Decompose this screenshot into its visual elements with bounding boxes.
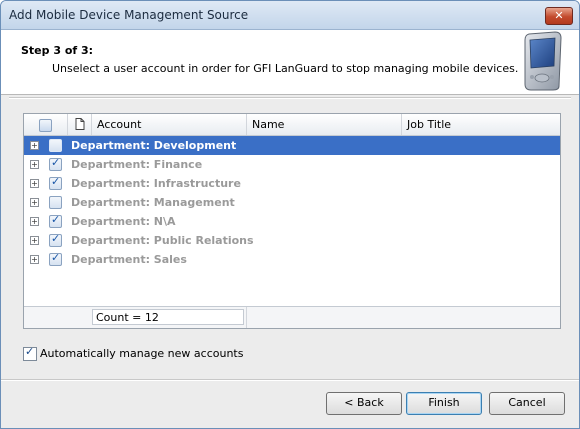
step-label: Step 3 of 3: — [21, 44, 94, 57]
group-row-infrastructure[interactable]: + Department: Infrastructure — [24, 174, 560, 193]
column-header-account[interactable]: Account — [92, 114, 247, 135]
footer-separator — [1, 379, 579, 381]
back-button[interactable]: < Back — [326, 392, 402, 415]
expand-icon[interactable]: + — [30, 236, 39, 245]
expand-icon[interactable]: + — [30, 255, 39, 264]
group-label: Department: Public Relations — [71, 234, 254, 247]
row-checkbox[interactable] — [49, 156, 62, 171]
header-document-cell[interactable] — [68, 114, 92, 135]
group-label: Department: Sales — [71, 253, 187, 266]
document-icon — [75, 118, 85, 130]
header-checkbox-cell[interactable] — [24, 114, 68, 135]
group-label: Department: Finance — [71, 158, 203, 171]
accounts-grid: Account Name Job Title + Department: Dev… — [23, 113, 561, 329]
expand-icon[interactable]: + — [30, 198, 39, 207]
wizard-header: Step 3 of 3: Unselect a user account in … — [1, 30, 579, 95]
header-check-icon[interactable] — [39, 119, 52, 132]
expand-icon[interactable]: + — [30, 179, 39, 188]
row-checkbox[interactable] — [49, 232, 62, 247]
group-row-sales[interactable]: + Department: Sales — [24, 250, 560, 269]
dialog-window: Add Mobile Device Management Source ✕ St… — [0, 0, 580, 429]
window-title: Add Mobile Device Management Source — [9, 8, 249, 22]
header-separator — [9, 97, 571, 99]
row-checkbox[interactable] — [49, 175, 62, 190]
group-label: Department: Infrastructure — [71, 177, 241, 190]
grid-header: Account Name Job Title — [24, 114, 560, 136]
column-header-name[interactable]: Name — [247, 114, 402, 135]
auto-manage-checkbox[interactable] — [23, 345, 37, 361]
group-row-finance[interactable]: + Department: Finance — [24, 155, 560, 174]
group-label: Department: Management — [71, 196, 235, 209]
row-checkbox[interactable] — [49, 251, 62, 266]
footer-divider — [246, 307, 247, 328]
cancel-button[interactable]: Cancel — [489, 392, 565, 415]
expand-icon[interactable]: + — [30, 217, 39, 226]
column-header-job-title[interactable]: Job Title — [402, 114, 560, 135]
mobile-device-icon — [524, 31, 562, 91]
group-row-public-relations[interactable]: + Department: Public Relations — [24, 231, 560, 250]
group-row-na[interactable]: + Department: N\A — [24, 212, 560, 231]
instruction-text: Unselect a user account in order for GFI… — [52, 62, 519, 75]
row-checkbox[interactable] — [49, 196, 62, 209]
expand-icon[interactable]: + — [30, 160, 39, 169]
group-label: Department: Development — [71, 139, 237, 152]
row-checkbox[interactable] — [49, 213, 62, 228]
count-summary: Count = 12 — [92, 309, 244, 325]
group-label: Department: N\A — [71, 215, 176, 228]
finish-button[interactable]: Finish — [406, 392, 482, 415]
close-button[interactable]: ✕ — [545, 7, 573, 25]
row-checkbox[interactable] — [49, 139, 62, 152]
group-row-development[interactable]: + Department: Development — [24, 136, 560, 155]
grid-footer: Count = 12 — [24, 306, 560, 328]
expand-icon[interactable]: + — [30, 141, 39, 150]
grid-rows: + Department: Development + Department: … — [24, 136, 560, 269]
group-row-management[interactable]: + Department: Management — [24, 193, 560, 212]
auto-manage-label[interactable]: Automatically manage new accounts — [40, 347, 243, 360]
title-bar[interactable]: Add Mobile Device Management Source ✕ — [1, 1, 579, 30]
